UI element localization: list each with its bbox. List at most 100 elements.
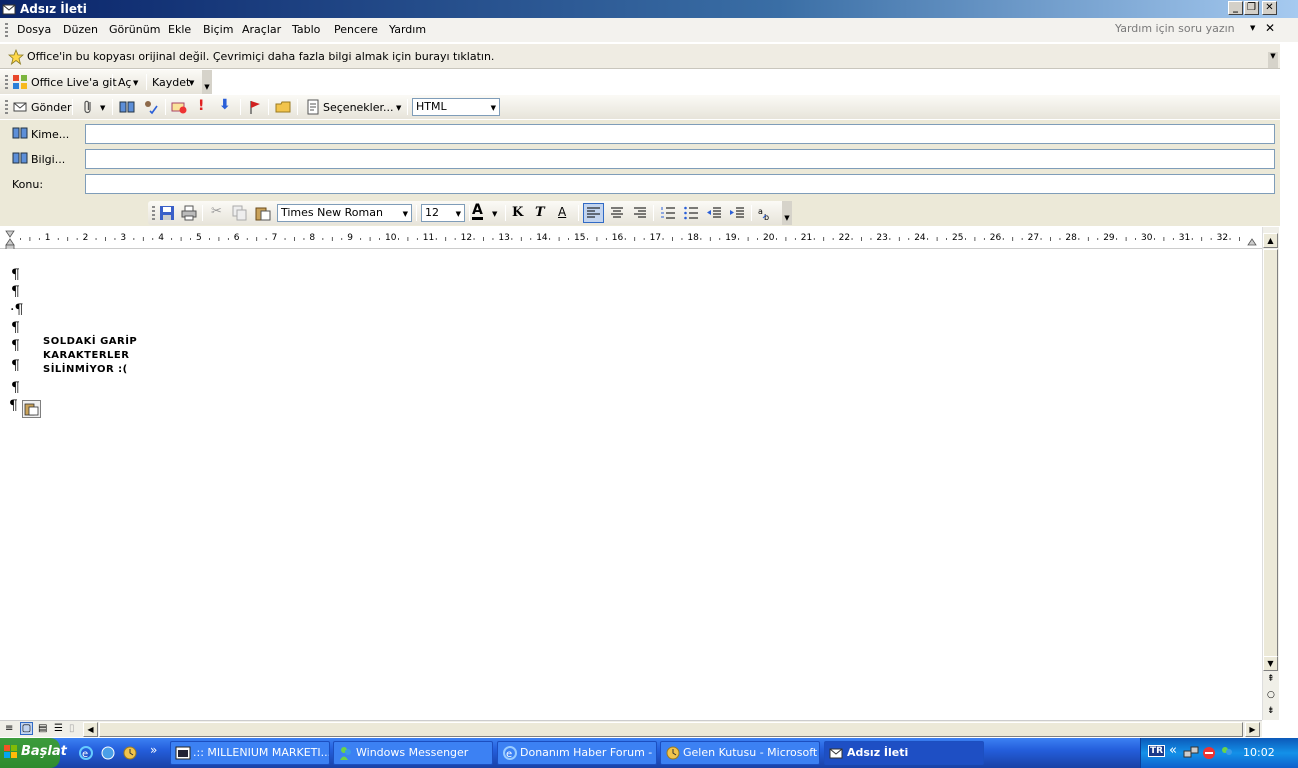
scroll-left-button[interactable]: ◀ (83, 722, 98, 737)
taskbar-window-button[interactable]: Gelen Kutusu - Microsoft ... (660, 741, 820, 765)
toolbar-grip[interactable] (5, 100, 8, 114)
toolbar-options-icon[interactable]: ▼ (202, 70, 212, 94)
taskbar-window-button-active[interactable]: Adsız İleti (824, 741, 984, 765)
align-center-icon[interactable] (609, 205, 625, 221)
info-bar-chevron-icon[interactable]: ▼ (1268, 52, 1278, 68)
save-icon[interactable] (159, 205, 175, 221)
copy-icon[interactable] (232, 205, 248, 221)
menu-tablo[interactable]: Tablo (292, 23, 320, 36)
font-name-select[interactable]: Times New Roman ▼ (277, 204, 412, 222)
scroll-thumb[interactable] (1263, 249, 1278, 657)
decrease-indent-icon[interactable] (706, 205, 722, 221)
previous-page-icon[interactable]: ⇞ (1267, 674, 1275, 684)
tray-expand-icon[interactable]: « (1169, 743, 1177, 758)
bold-button[interactable]: K (512, 205, 523, 220)
toolbar-grip[interactable] (152, 206, 155, 220)
print-icon[interactable] (181, 205, 197, 221)
messenger-tray-icon[interactable] (1219, 745, 1235, 761)
taskbar-window-button[interactable]: Windows Messenger (333, 741, 493, 765)
taskbar-window-button[interactable]: e Donanım Haber Forum - ... (497, 741, 657, 765)
increase-indent-icon[interactable] (729, 205, 745, 221)
scroll-down-button[interactable]: ▼ (1263, 656, 1278, 671)
paste-icon[interactable] (255, 205, 271, 221)
toolbar-grip[interactable] (5, 23, 8, 37)
cc-field[interactable] (85, 149, 1275, 169)
send-button[interactable]: Gönder (31, 101, 72, 114)
scroll-up-button[interactable]: ▲ (1263, 233, 1278, 248)
message-body[interactable]: ¶ ¶ ·¶ ¶ ¶ ¶ ¶ ¶ (0, 250, 1262, 720)
show-desktop-icon[interactable] (100, 745, 116, 761)
align-right-icon[interactable] (632, 205, 648, 221)
menu-araclar[interactable]: Araçlar (242, 23, 281, 36)
internet-explorer-icon[interactable]: e (78, 745, 94, 761)
font-color-button[interactable]: A (472, 203, 483, 220)
numbered-list-icon[interactable] (660, 205, 676, 221)
menu-bicim[interactable]: Biçim (203, 23, 233, 36)
outlook-icon[interactable] (122, 745, 138, 761)
language-indicator[interactable]: TR (1148, 745, 1166, 757)
folder-icon[interactable] (275, 99, 291, 115)
horizontal-scrollbar[interactable]: ≡ ▢ ▤ ☰ ▯ ◀ ▶ (0, 720, 1262, 737)
help-search-input[interactable]: Yardım için soru yazın (1112, 22, 1262, 38)
to-button[interactable]: Kime... (31, 128, 69, 141)
next-page-icon[interactable]: ⇟ (1267, 706, 1275, 716)
close-button[interactable]: ✕ (1262, 1, 1277, 15)
outline-view-icon[interactable]: ☰ (54, 723, 63, 734)
paperclip-icon[interactable] (80, 99, 96, 115)
low-importance-icon[interactable]: ⬇ (219, 97, 231, 113)
permission-icon[interactable] (171, 99, 187, 115)
spelling-icon[interactable]: ab (758, 205, 774, 221)
bullet-list-icon[interactable] (683, 205, 699, 221)
address-book-icon[interactable] (119, 99, 135, 115)
browse-object-icon[interactable]: ○ (1267, 690, 1275, 700)
options-button[interactable]: Seçenekler... (323, 101, 394, 114)
save-dropdown-icon[interactable]: ▼ (189, 79, 194, 87)
restore-button[interactable]: ❐ (1244, 1, 1259, 15)
menu-ekle[interactable]: Ekle (168, 23, 191, 36)
subject-field[interactable] (85, 174, 1275, 194)
message-format-select[interactable]: HTML ▼ (412, 98, 500, 116)
menu-duzen[interactable]: Düzen (63, 23, 98, 36)
to-field[interactable] (85, 124, 1275, 144)
scroll-thumb[interactable] (99, 722, 1243, 737)
toolbar-options-icon[interactable]: ▼ (782, 201, 792, 225)
reading-layout-icon[interactable]: ▯ (69, 723, 75, 734)
open-dropdown-icon[interactable]: ▼ (133, 79, 138, 87)
office-live-button[interactable]: Office Live'a git (31, 76, 117, 89)
vertical-scrollbar[interactable]: ▲ ▼ ⇞ ○ ⇟ (1262, 227, 1279, 720)
align-left-button[interactable] (583, 203, 604, 223)
security-alert-icon[interactable] (1201, 745, 1217, 761)
quick-launch-more-icon[interactable]: » (150, 743, 157, 757)
menu-dosya[interactable]: Dosya (17, 23, 51, 36)
font-size-select[interactable]: 12 ▼ (421, 204, 465, 222)
menu-pencere[interactable]: Pencere (334, 23, 378, 36)
open-button[interactable]: Aç (118, 76, 131, 89)
minimize-button[interactable]: _ (1228, 1, 1243, 15)
check-names-icon[interactable] (142, 99, 158, 115)
help-dropdown-icon[interactable]: ▼ (1250, 24, 1255, 32)
horizontal-ruler[interactable]: 1 2 3 4 5 6 7 8 9 10 11 12 13 14 15 16 17 18 19 20 21 22 23 24 2… (0, 227, 1264, 251)
font-color-dropdown-icon[interactable]: ▼ (492, 210, 497, 218)
save-button[interactable]: Kaydet (152, 76, 190, 89)
network-icon[interactable] (1183, 745, 1199, 761)
cc-button[interactable]: Bilgi... (31, 153, 65, 166)
info-bar[interactable]: Office'in bu kopyası orijinal değil. Çev… (0, 43, 1280, 69)
paste-options-button[interactable] (22, 400, 41, 418)
attach-dropdown-icon[interactable]: ▼ (100, 104, 105, 112)
start-button[interactable]: Başlat (0, 738, 67, 768)
clock[interactable]: 10:02 (1243, 746, 1275, 759)
normal-view-icon[interactable]: ≡ (5, 723, 13, 734)
menu-gorunum[interactable]: Görünüm (109, 23, 160, 36)
print-layout-icon[interactable]: ▤ (38, 723, 47, 734)
menu-yardim[interactable]: Yardım (389, 23, 426, 36)
flag-icon[interactable] (247, 99, 263, 115)
cut-icon[interactable]: ✂ (211, 204, 222, 219)
high-importance-icon[interactable]: ! (198, 98, 204, 114)
options-dropdown-icon[interactable]: ▼ (396, 104, 401, 112)
underline-button[interactable]: A (558, 205, 566, 219)
web-layout-icon[interactable]: ▢ (20, 722, 33, 735)
italic-button[interactable]: T (535, 205, 545, 220)
scroll-right-button[interactable]: ▶ (1245, 722, 1260, 737)
close-doc-icon[interactable]: ✕ (1265, 21, 1275, 35)
taskbar-window-button[interactable]: .:: MILLENIUM MARKETI... (170, 741, 330, 765)
